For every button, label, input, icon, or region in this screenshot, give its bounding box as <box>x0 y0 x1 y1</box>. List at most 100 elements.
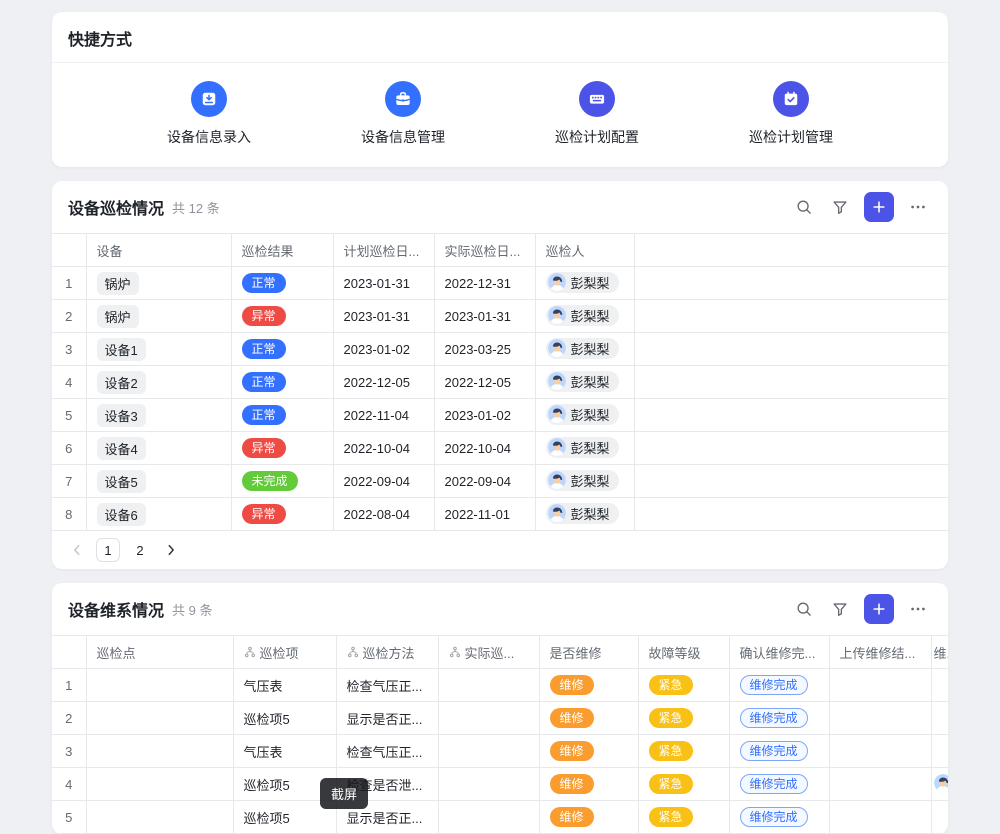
cell-inspector[interactable]: 彭梨梨 <box>535 267 634 300</box>
row-number[interactable]: 3 <box>52 735 86 768</box>
cell-item[interactable]: 巡检项5 <box>233 702 336 735</box>
cell-upload[interactable] <box>829 702 931 735</box>
cell-repair[interactable]: 维修 <box>539 735 638 768</box>
cell-extra[interactable] <box>931 801 948 834</box>
cell-inspector[interactable]: 彭梨梨 <box>535 498 634 531</box>
cell-point[interactable] <box>86 669 233 702</box>
page-1-button[interactable]: 1 <box>96 538 120 562</box>
cell-device[interactable]: 设备3 <box>86 399 231 432</box>
cell-actual-date[interactable]: 2022-12-31 <box>434 267 535 300</box>
cell-upload[interactable] <box>829 735 931 768</box>
cell-result[interactable]: 正常 <box>231 267 333 300</box>
cell-device[interactable]: 设备1 <box>86 333 231 366</box>
cell-upload[interactable] <box>829 669 931 702</box>
cell-planned-date[interactable]: 2022-10-04 <box>333 432 434 465</box>
cell-confirm[interactable]: 维修完成 <box>729 702 829 735</box>
row-number-header[interactable] <box>52 636 86 669</box>
row-number[interactable]: 2 <box>52 702 86 735</box>
column-header-planned[interactable]: 计划巡检日... <box>333 234 434 267</box>
cell-result[interactable]: 未完成 <box>231 465 333 498</box>
cell-result[interactable]: 异常 <box>231 432 333 465</box>
row-number[interactable]: 5 <box>52 399 86 432</box>
more-icon[interactable] <box>904 595 932 623</box>
cell-planned-date[interactable]: 2022-12-05 <box>333 366 434 399</box>
row-number[interactable]: 2 <box>52 300 86 333</box>
cell-method[interactable]: 检查气压正... <box>336 669 438 702</box>
column-header-result[interactable]: 巡检结果 <box>231 234 333 267</box>
cell-inspector[interactable]: 彭梨梨 <box>535 366 634 399</box>
cell-actual-date[interactable]: 2022-10-04 <box>434 432 535 465</box>
cell-actual[interactable] <box>438 702 539 735</box>
cell-result[interactable]: 异常 <box>231 498 333 531</box>
cell-level[interactable]: 紧急 <box>638 801 729 834</box>
row-number[interactable]: 1 <box>52 267 86 300</box>
cell-device[interactable]: 设备4 <box>86 432 231 465</box>
cell-actual[interactable] <box>438 768 539 801</box>
cell-point[interactable] <box>86 801 233 834</box>
cell-actual-date[interactable]: 2023-03-25 <box>434 333 535 366</box>
cell-actual[interactable] <box>438 801 539 834</box>
cell-point[interactable] <box>86 735 233 768</box>
cell-upload[interactable] <box>829 768 931 801</box>
cell-repair[interactable]: 维修 <box>539 669 638 702</box>
cell-actual-date[interactable]: 2022-09-04 <box>434 465 535 498</box>
row-number[interactable]: 1 <box>52 669 86 702</box>
row-number[interactable]: 8 <box>52 498 86 531</box>
cell-extra[interactable] <box>931 768 948 801</box>
row-number[interactable]: 4 <box>52 768 86 801</box>
cell-inspector[interactable]: 彭梨梨 <box>535 333 634 366</box>
cell-planned-date[interactable]: 2022-08-04 <box>333 498 434 531</box>
row-number-header[interactable] <box>52 234 86 267</box>
cell-result[interactable]: 正常 <box>231 333 333 366</box>
column-header-extra[interactable]: 维... <box>931 636 948 669</box>
cell-repair[interactable]: 维修 <box>539 768 638 801</box>
search-icon[interactable] <box>790 193 818 221</box>
cell-extra[interactable] <box>931 702 948 735</box>
cell-point[interactable] <box>86 702 233 735</box>
cell-confirm[interactable]: 维修完成 <box>729 801 829 834</box>
filter-icon[interactable] <box>826 595 854 623</box>
cell-level[interactable]: 紧急 <box>638 768 729 801</box>
cell-extra[interactable] <box>931 669 948 702</box>
cell-planned-date[interactable]: 2022-11-04 <box>333 399 434 432</box>
column-header-repair[interactable]: 是否维修 <box>539 636 638 669</box>
cell-confirm[interactable]: 维修完成 <box>729 669 829 702</box>
cell-actual-date[interactable]: 2022-11-01 <box>434 498 535 531</box>
cell-method[interactable]: 显示是否正... <box>336 702 438 735</box>
cell-device[interactable]: 锅炉 <box>86 300 231 333</box>
cell-item[interactable]: 气压表 <box>233 669 336 702</box>
cell-inspector[interactable]: 彭梨梨 <box>535 300 634 333</box>
cell-result[interactable]: 异常 <box>231 300 333 333</box>
cell-actual-date[interactable]: 2022-12-05 <box>434 366 535 399</box>
cell-inspector[interactable]: 彭梨梨 <box>535 399 634 432</box>
column-header-level[interactable]: 故障等级 <box>638 636 729 669</box>
shortcut-device-entry[interactable]: 设备信息录入 <box>112 81 306 147</box>
cell-repair[interactable]: 维修 <box>539 702 638 735</box>
cell-planned-date[interactable]: 2023-01-31 <box>333 267 434 300</box>
column-header-device[interactable]: 设备 <box>86 234 231 267</box>
row-number[interactable]: 4 <box>52 366 86 399</box>
column-header-actual[interactable]: 实际巡... <box>438 636 539 669</box>
cell-confirm[interactable]: 维修完成 <box>729 768 829 801</box>
cell-method[interactable]: 检查气压正... <box>336 735 438 768</box>
cell-point[interactable] <box>86 768 233 801</box>
cell-confirm[interactable]: 维修完成 <box>729 735 829 768</box>
cell-repair[interactable]: 维修 <box>539 801 638 834</box>
page-2-button[interactable]: 2 <box>128 538 152 562</box>
cell-device[interactable]: 设备6 <box>86 498 231 531</box>
column-header-inspector[interactable]: 巡检人 <box>535 234 634 267</box>
cell-actual[interactable] <box>438 669 539 702</box>
column-header-upload[interactable]: 上传维修结... <box>829 636 931 669</box>
cell-planned-date[interactable]: 2023-01-02 <box>333 333 434 366</box>
row-number[interactable]: 3 <box>52 333 86 366</box>
cell-result[interactable]: 正常 <box>231 399 333 432</box>
add-record-button[interactable] <box>864 192 894 222</box>
add-record-button[interactable] <box>864 594 894 624</box>
cell-upload[interactable] <box>829 801 931 834</box>
column-header-item[interactable]: 巡检项 <box>233 636 336 669</box>
search-icon[interactable] <box>790 595 818 623</box>
cell-actual[interactable] <box>438 735 539 768</box>
cell-planned-date[interactable]: 2022-09-04 <box>333 465 434 498</box>
cell-inspector[interactable]: 彭梨梨 <box>535 432 634 465</box>
shortcut-plan-manage[interactable]: 巡检计划管理 <box>694 81 888 147</box>
